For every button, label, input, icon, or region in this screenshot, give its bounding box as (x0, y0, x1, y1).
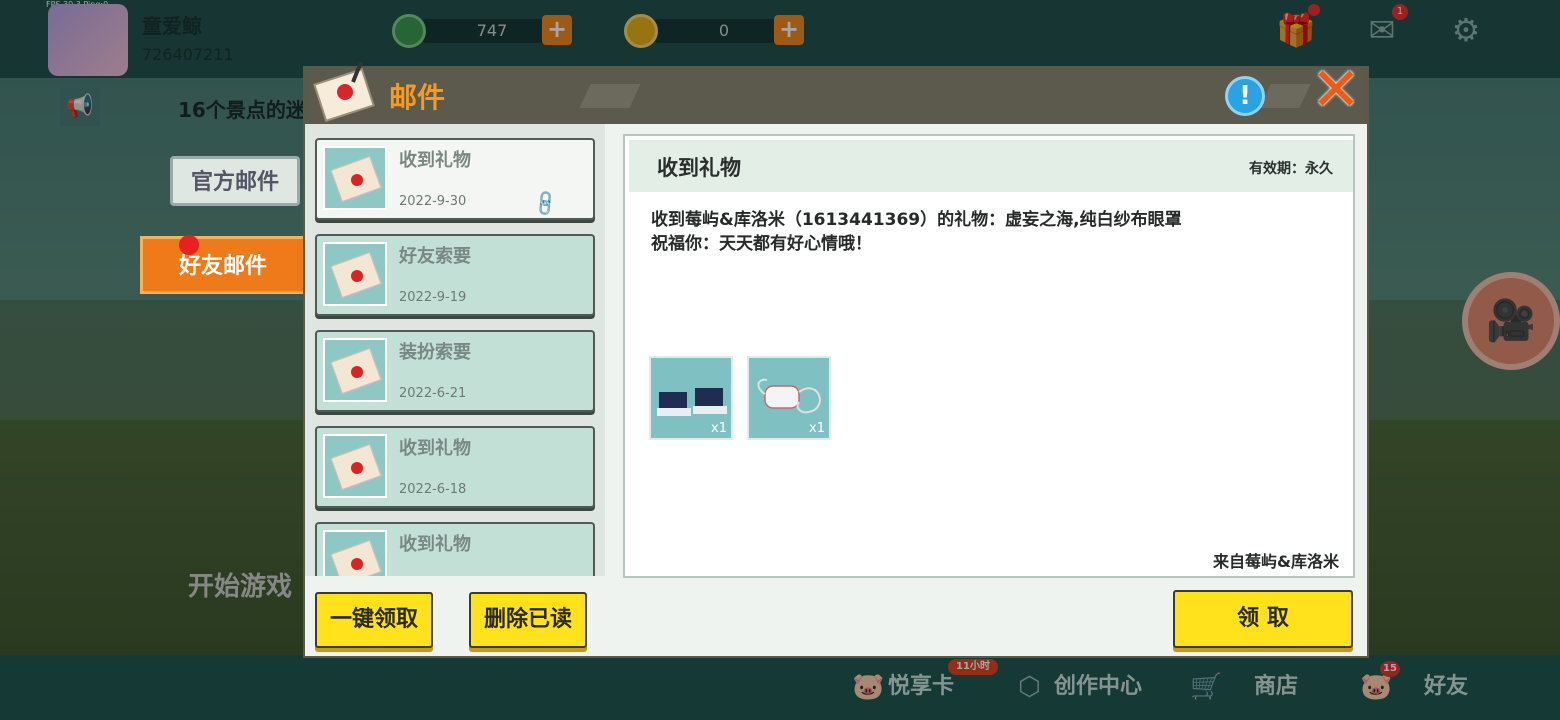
mail-body-line: 祝福你：天天都有好心情哦！ (651, 234, 872, 254)
mail-envelope-icon (323, 338, 387, 402)
mail-envelope-icon (323, 530, 387, 576)
mail-detail-header: 收到礼物 有效期：永久 (629, 140, 1353, 192)
mail-item-title: 收到礼物 (399, 534, 471, 555)
mail-envelope-icon (323, 434, 387, 498)
header-stripe (1259, 84, 1311, 108)
dialog-header: 邮件 ! ✕ (305, 60, 1367, 124)
mail-dialog: 邮件 ! ✕ 收到礼物 2022-9-30 🔗 好友索要 2022-9-19 装… (303, 60, 1369, 658)
gift-qty: x1 (809, 421, 825, 436)
gift-qty: x1 (711, 421, 727, 436)
mail-list-item[interactable]: 收到礼物 (315, 522, 595, 576)
tab-friend-mail-label: 好友邮件 (178, 254, 267, 279)
tab-official-mail[interactable]: 官方邮件 (170, 156, 300, 206)
envelope-icon (313, 61, 375, 122)
mail-detail-body: 收到莓屿&库洛米（1613441369）的礼物：虚妄之海,纯白纱布眼罩 祝福你：… (651, 208, 1182, 256)
mail-item-title: 收到礼物 (399, 438, 471, 459)
claim-all-button[interactable]: 一键领取 (315, 592, 433, 648)
mail-list-item[interactable]: 好友索要 2022-9-19 (315, 234, 595, 316)
delete-read-button[interactable]: 删除已读 (469, 592, 587, 648)
info-button[interactable]: ! (1225, 76, 1265, 116)
mail-body-line: 收到莓屿&库洛米（1613441369）的礼物：虚妄之海,纯白纱布眼罩 (651, 210, 1182, 230)
mail-item-title: 收到礼物 (399, 150, 471, 171)
mail-item-date: 2022-6-18 (399, 482, 467, 497)
mail-list[interactable]: 收到礼物 2022-9-30 🔗 好友索要 2022-9-19 装扮索要 202… (305, 124, 605, 576)
mail-item-date: 2022-9-30 (399, 194, 467, 209)
mail-item-title: 好友索要 (399, 246, 471, 267)
mail-item-date: 2022-6-21 (399, 386, 467, 401)
mail-envelope-icon (323, 242, 387, 306)
mail-validity: 有效期：永久 (1249, 161, 1333, 177)
gift-item-sneakers[interactable]: x1 (649, 356, 733, 440)
mail-list-item[interactable]: 装扮索要 2022-6-21 (315, 330, 595, 412)
gift-item-eye-mask[interactable]: x1 (747, 356, 831, 440)
claim-button[interactable]: 领 取 (1173, 590, 1353, 648)
mail-item-date: 2022-9-19 (399, 290, 467, 305)
mail-sender: 来自莓屿&库洛米 (1213, 552, 1339, 571)
mail-envelope-icon (323, 146, 387, 210)
tab-friend-mail[interactable]: 好友邮件 (140, 235, 306, 294)
mail-list-item[interactable]: 收到礼物 2022-9-30 🔗 (315, 138, 595, 220)
close-button[interactable]: ✕ (1309, 60, 1363, 120)
attachment-icon: 🔗 (530, 188, 562, 220)
mail-item-title: 装扮索要 (399, 342, 471, 363)
mail-detail-panel: 收到礼物 有效期：永久 收到莓屿&库洛米（1613441369）的礼物：虚妄之海… (623, 134, 1355, 578)
dialog-title: 邮件 (389, 81, 446, 114)
mail-detail-title: 收到礼物 (657, 156, 741, 180)
header-stripe (579, 84, 641, 108)
unread-dot (179, 235, 199, 255)
mail-list-item[interactable]: 收到礼物 2022-6-18 (315, 426, 595, 508)
